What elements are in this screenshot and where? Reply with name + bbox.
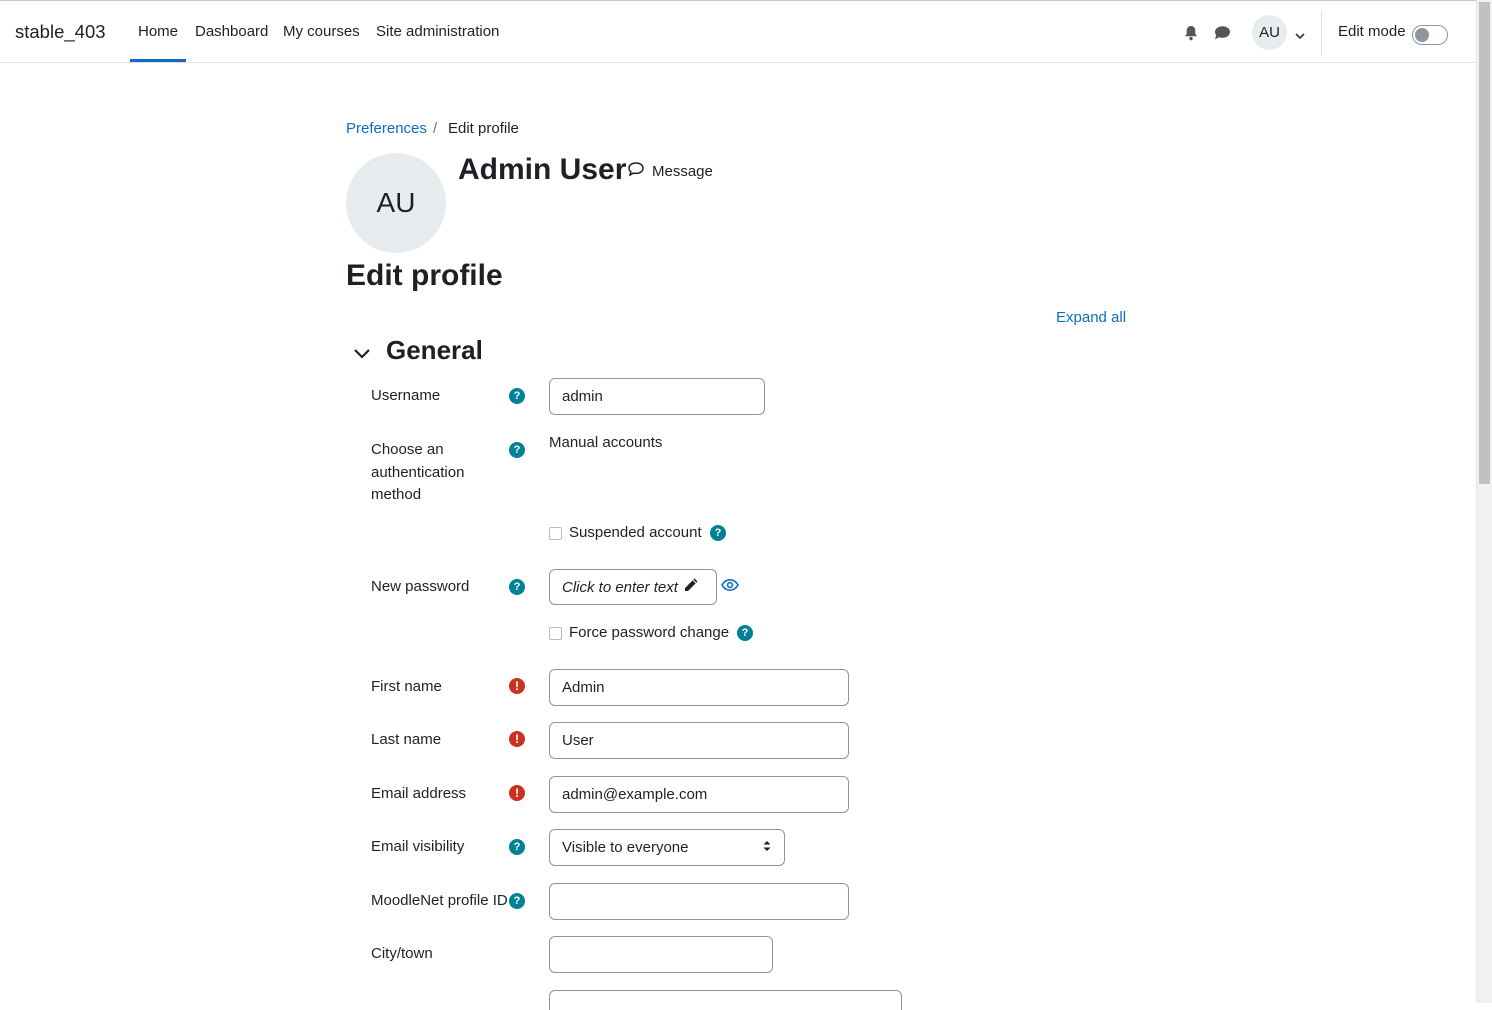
- help-icon[interactable]: ?: [509, 579, 525, 595]
- page-scrollbar[interactable]: [1476, 0, 1492, 1003]
- required-icon: !: [509, 785, 525, 801]
- email-input[interactable]: [549, 776, 849, 813]
- moodlenet-input[interactable]: [549, 883, 849, 920]
- help-icon[interactable]: ?: [509, 442, 525, 458]
- required-icon: !: [509, 731, 525, 747]
- eye-icon[interactable]: [721, 577, 739, 597]
- country-select[interactable]: [549, 990, 902, 1010]
- email-visibility-value: Visible to everyone: [562, 839, 689, 856]
- new-password-placeholder: Click to enter text: [562, 578, 678, 596]
- auth-method-value: Manual accounts: [549, 434, 663, 451]
- help-icon[interactable]: ?: [509, 839, 525, 855]
- pencil-icon: [683, 577, 699, 597]
- bell-icon[interactable]: [1182, 24, 1200, 42]
- top-navbar: stable_403 Home Dashboard My courses Sit…: [0, 0, 1476, 63]
- profile-avatar: AU: [346, 153, 446, 253]
- select-arrows-icon: [762, 839, 772, 857]
- city-label: City/town: [371, 945, 433, 962]
- nav-dashboard[interactable]: Dashboard: [195, 23, 268, 40]
- suspended-label: Suspended account: [569, 524, 702, 541]
- toggle-knob: [1415, 28, 1429, 42]
- username-input[interactable]: [549, 378, 765, 415]
- help-icon[interactable]: ?: [710, 525, 726, 541]
- last-name-label: Last name: [371, 731, 442, 748]
- chat-bubble-icon[interactable]: [1213, 24, 1231, 42]
- email-visibility-label: Email visibility: [371, 838, 465, 855]
- site-brand[interactable]: stable_403: [15, 21, 106, 43]
- nav-my-courses[interactable]: My courses: [283, 23, 360, 40]
- suspended-checkbox[interactable]: [549, 527, 562, 540]
- edit-mode-label: Edit mode: [1338, 23, 1406, 40]
- page-title: Edit profile: [346, 259, 503, 292]
- help-icon[interactable]: ?: [509, 388, 525, 404]
- auth-method-label: Choose an authentication method: [371, 441, 465, 503]
- breadcrumb-preferences[interactable]: Preferences: [346, 120, 427, 137]
- breadcrumb-separator: /: [433, 120, 438, 137]
- navbar-divider: [1321, 10, 1322, 56]
- scrollbar-thumb[interactable]: [1479, 2, 1490, 484]
- message-label: Message: [652, 162, 713, 180]
- new-password-label: New password: [371, 578, 470, 595]
- city-input[interactable]: [549, 936, 773, 973]
- help-icon[interactable]: ?: [737, 625, 753, 641]
- breadcrumb-current: Edit profile: [448, 120, 519, 137]
- new-password-field[interactable]: Click to enter text: [549, 569, 717, 605]
- force-password-change-label: Force password change: [569, 624, 730, 641]
- expand-all-link[interactable]: Expand all: [1056, 309, 1126, 326]
- email-label: Email address: [371, 785, 467, 802]
- nav-site-administration[interactable]: Site administration: [376, 23, 499, 40]
- chevron-down-icon[interactable]: [352, 343, 372, 363]
- required-icon: !: [509, 678, 525, 694]
- chevron-down-icon[interactable]: [1294, 28, 1306, 45]
- section-title-general[interactable]: General: [386, 335, 483, 366]
- first-name-label: First name: [371, 678, 442, 695]
- moodlenet-label: MoodleNet profile ID: [371, 892, 508, 909]
- force-password-change-checkbox[interactable]: [549, 627, 562, 640]
- email-visibility-select[interactable]: Visible to everyone: [549, 829, 785, 866]
- help-icon[interactable]: ?: [509, 893, 525, 909]
- user-avatar[interactable]: AU: [1252, 15, 1287, 50]
- message-icon: [627, 161, 645, 181]
- last-name-input[interactable]: [549, 722, 849, 759]
- profile-name: Admin User: [458, 153, 627, 186]
- active-nav-indicator: [130, 59, 186, 62]
- nav-home[interactable]: Home: [138, 23, 178, 40]
- username-label: Username: [371, 387, 441, 404]
- first-name-input[interactable]: [549, 669, 849, 706]
- edit-mode-toggle[interactable]: [1412, 25, 1448, 45]
- message-button[interactable]: Message: [627, 161, 713, 181]
